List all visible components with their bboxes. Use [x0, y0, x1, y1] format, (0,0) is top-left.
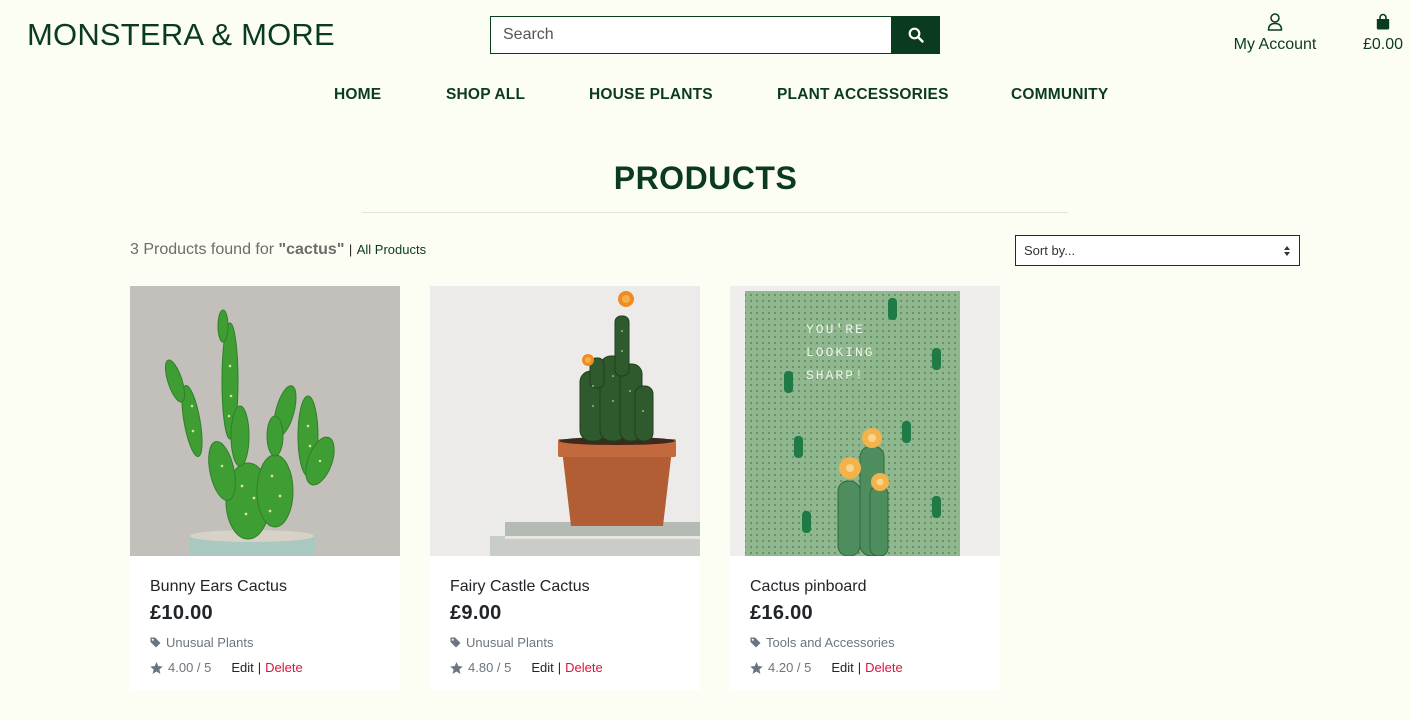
nav-community[interactable]: COMMUNITY: [1011, 86, 1108, 104]
nav-shop-all[interactable]: SHOP ALL: [446, 86, 525, 104]
shopping-bag-icon: [1356, 13, 1410, 33]
product-image-cactus-pinboard[interactable]: YOU'RE LOOKING SHARP!: [730, 286, 1000, 556]
nav-house-plants[interactable]: HOUSE PLANTS: [589, 86, 713, 104]
product-rating: 4.80 / 5: [468, 660, 512, 675]
bag-total: £0.00: [1362, 36, 1404, 53]
product-name[interactable]: Fairy Castle Cactus: [450, 578, 680, 596]
tag-icon: [450, 637, 461, 648]
delete-product-link[interactable]: Delete: [565, 660, 603, 675]
delete-product-link[interactable]: Delete: [265, 660, 303, 675]
results-summary: 3 Products found for "cactus" | All Prod…: [130, 241, 426, 259]
action-separator: |: [857, 660, 862, 675]
edit-product-link[interactable]: Edit: [531, 660, 553, 675]
product-card: YOU'RE LOOKING SHARP! Cactus pinboard £1…: [730, 286, 1000, 690]
search-icon: [908, 27, 924, 43]
shopping-bag-link[interactable]: £0.00: [1356, 13, 1410, 54]
search-button[interactable]: [891, 16, 940, 54]
product-price: £10.00: [150, 602, 213, 624]
product-category[interactable]: Unusual Plants: [450, 635, 680, 650]
product-price: £9.00: [450, 602, 502, 624]
product-card: Fairy Castle Cactus £9.00 Unusual Plants…: [430, 286, 700, 690]
sort-selected-value: Sort by...: [1024, 243, 1076, 258]
product-category-label: Tools and Accessories: [766, 635, 895, 650]
all-products-link[interactable]: All Products: [357, 242, 426, 257]
star-icon: [450, 661, 463, 674]
product-meta: 4.00 / 5 Edit | Delete: [150, 660, 380, 675]
action-separator: |: [557, 660, 562, 675]
sort-arrows-icon: [1284, 245, 1290, 256]
pinboard-line-1: YOU'RE: [806, 322, 865, 337]
product-meta: 4.20 / 5 Edit | Delete: [750, 660, 980, 675]
edit-product-link[interactable]: Edit: [831, 660, 853, 675]
sort-select[interactable]: Sort by...: [1015, 235, 1300, 266]
page-title: PRODUCTS: [613, 160, 798, 196]
product-category-label: Unusual Plants: [166, 635, 254, 650]
results-count-text: 3 Products found for: [130, 241, 275, 258]
search-query: "cactus": [278, 241, 345, 258]
title-divider: [362, 212, 1068, 213]
tag-icon: [150, 637, 161, 648]
product-card: Bunny Ears Cactus £10.00 Unusual Plants …: [130, 286, 400, 690]
pinboard-line-3: SHARP!: [806, 368, 865, 383]
product-category[interactable]: Tools and Accessories: [750, 635, 980, 650]
user-icon: [1226, 13, 1324, 33]
product-image-fairy-castle-cactus[interactable]: [430, 286, 700, 556]
nav-home[interactable]: HOME: [334, 86, 381, 104]
results-separator: |: [348, 242, 353, 257]
product-name[interactable]: Bunny Ears Cactus: [150, 578, 380, 596]
product-rating: 4.00 / 5: [168, 660, 212, 675]
product-category[interactable]: Unusual Plants: [150, 635, 380, 650]
delete-product-link[interactable]: Delete: [865, 660, 903, 675]
pinboard-line-2: LOOKING: [806, 345, 875, 360]
search-form: [490, 16, 940, 54]
product-price: £16.00: [750, 602, 813, 624]
product-meta: 4.80 / 5 Edit | Delete: [450, 660, 680, 675]
action-separator: |: [257, 660, 262, 675]
nav-plant-accessories[interactable]: PLANT ACCESSORIES: [777, 86, 949, 104]
product-category-label: Unusual Plants: [466, 635, 554, 650]
main-nav: HOME SHOP ALL HOUSE PLANTS PLANT ACCESSO…: [0, 86, 1411, 106]
my-account-link[interactable]: My Account: [1226, 13, 1324, 54]
product-rating: 4.20 / 5: [768, 660, 812, 675]
product-name[interactable]: Cactus pinboard: [750, 578, 980, 596]
search-input[interactable]: [490, 16, 891, 54]
edit-product-link[interactable]: Edit: [231, 660, 253, 675]
tag-icon: [750, 637, 761, 648]
star-icon: [150, 661, 163, 674]
star-icon: [750, 661, 763, 674]
my-account-label: My Account: [1233, 36, 1317, 53]
product-image-bunny-ears-cactus[interactable]: [130, 286, 400, 556]
site-logo[interactable]: MONSTERA & MORE: [27, 17, 335, 53]
